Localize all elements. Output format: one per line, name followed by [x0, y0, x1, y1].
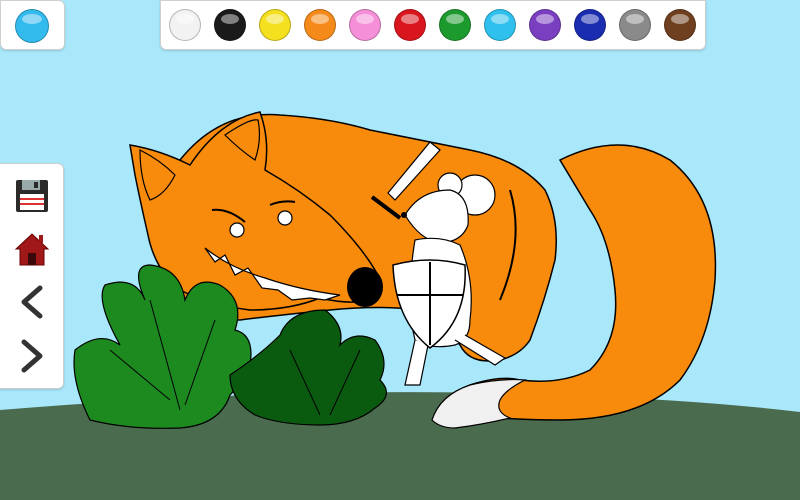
color-swatch-pink[interactable]	[349, 9, 381, 41]
coloring-canvas[interactable]	[0, 0, 800, 500]
fox-eye-left[interactable]	[229, 222, 245, 238]
tool-panel	[0, 163, 64, 389]
house-icon	[14, 233, 50, 266]
previous-button[interactable]	[12, 282, 52, 322]
chevron-right-icon	[21, 339, 43, 373]
fox-nose[interactable]	[347, 267, 383, 307]
color-swatch-light-blue[interactable]	[484, 9, 516, 41]
next-button[interactable]	[12, 336, 52, 376]
color-swatch-brown[interactable]	[664, 9, 696, 41]
color-swatch-purple[interactable]	[529, 9, 561, 41]
fox-eye-right[interactable]	[277, 210, 293, 226]
chevron-left-icon	[21, 285, 43, 319]
color-swatch-green[interactable]	[439, 9, 471, 41]
color-palette	[160, 0, 706, 50]
current-color-panel	[0, 0, 65, 50]
color-swatch-gray[interactable]	[619, 9, 651, 41]
floppy-disk-icon	[16, 180, 48, 212]
color-swatch-black[interactable]	[214, 9, 246, 41]
color-swatch-orange[interactable]	[304, 9, 336, 41]
color-swatch-dark-blue[interactable]	[574, 9, 606, 41]
color-swatch-yellow[interactable]	[259, 9, 291, 41]
color-swatch-white[interactable]	[169, 9, 201, 41]
current-color-swatch[interactable]	[15, 9, 49, 43]
color-swatch-red[interactable]	[394, 9, 426, 41]
home-button[interactable]	[12, 229, 52, 269]
save-button[interactable]	[12, 176, 52, 216]
